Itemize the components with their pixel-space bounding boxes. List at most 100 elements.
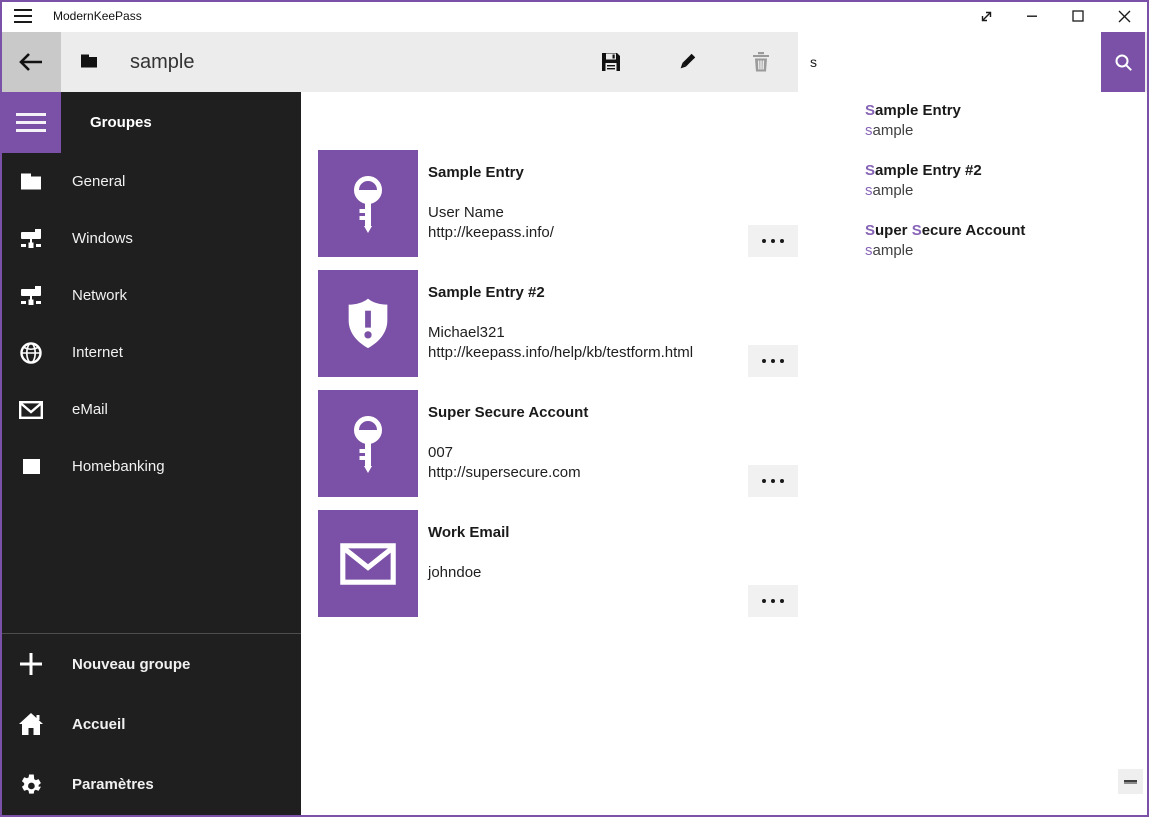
search-suggestions: Sample Entry sample Sample Entry #2 samp… [798,92,1147,288]
command-bar: sample [0,32,1149,92]
globe-icon [18,340,44,366]
footer-item-label: Paramètres [72,776,154,793]
ellipsis-icon [762,599,784,603]
entry-title: Work Email [428,524,509,541]
hamburger-icon [16,113,46,132]
more-options-button[interactable] [748,345,798,377]
sidebar-item-general[interactable]: General [0,153,301,210]
entry-url: http://keepass.info/help/kb/testform.htm… [428,344,693,361]
search-button[interactable] [1101,32,1145,92]
entry-row-work-email[interactable]: Work Email johndoe [318,510,798,617]
trash-icon [752,52,770,72]
entry-tile [318,270,418,377]
delete-button[interactable] [737,32,785,92]
entry-tile [318,150,418,257]
ellipsis-icon [762,239,784,243]
titlebar: ModernKeePass [0,0,1149,32]
sidebar-item-label: eMail [72,401,108,418]
sidebar-item-email[interactable]: eMail [0,381,301,438]
suggestion-title: Sample Entry [865,100,1147,121]
sidebar-item-internet[interactable]: Internet [0,324,301,381]
maximize-button[interactable] [1055,0,1101,32]
key-icon [346,415,390,473]
sidebar-item-label: General [72,173,125,190]
minimize-button[interactable] [1009,0,1055,32]
entry-username: User Name [428,204,504,221]
sidebar-item-network[interactable]: Network [0,267,301,324]
entry-title: Sample Entry #2 [428,284,545,301]
close-icon [1118,10,1131,23]
sidebar-item-label: Internet [72,344,123,361]
edit-pencil-icon [677,52,697,72]
entry-username: Michael321 [428,324,505,341]
suggestion-title: Sample Entry #2 [865,160,1147,181]
search-icon [1114,53,1133,72]
folder-icon [18,169,44,195]
suggestion-item[interactable]: Sample Entry sample [865,100,1147,160]
footer-item-label: Nouveau groupe [72,656,190,673]
fullscreen-button[interactable] [963,0,1009,32]
suggestion-subtitle: sample [865,241,1147,261]
save-button[interactable] [587,32,635,92]
entry-row-sample-entry-2[interactable]: Sample Entry #2 Michael321 http://keepas… [318,270,798,377]
more-options-button[interactable] [748,225,798,257]
suggestion-item[interactable]: Sample Entry #2 sample [865,160,1147,220]
back-button[interactable] [0,32,61,92]
groups-heading: Groupes [90,92,152,153]
sidebar-item-label: Network [72,287,127,304]
minus-icon [1124,780,1137,784]
zoom-out-button[interactable] [1118,769,1143,794]
database-icon [80,54,98,68]
plus-icon [18,651,44,677]
entry-url: http://supersecure.com [428,464,581,481]
window-title: ModernKeePass [53,0,142,32]
gear-icon [18,771,44,797]
new-group-button[interactable]: Nouveau groupe [0,634,301,694]
mail-icon [340,543,396,585]
suggestion-subtitle: sample [865,121,1147,141]
sidebar: Groupes General Windows Network [0,92,301,815]
key-icon [346,175,390,233]
app-window: ModernKeePass sample [0,0,1149,817]
sidebar-footer: Nouveau groupe Accueil Paramètres [0,633,301,814]
suggestion-item[interactable]: Super Secure Account sample [865,220,1147,280]
fullscreen-icon [979,9,994,24]
database-title: sample [130,32,194,92]
more-options-button[interactable] [748,465,798,497]
network-icon [18,226,44,252]
window-controls [963,0,1147,32]
entry-url: http://keepass.info/ [428,224,554,241]
network-icon [18,283,44,309]
home-button[interactable]: Accueil [0,694,301,754]
entry-row-sample-entry[interactable]: Sample Entry User Name http://keepass.in… [318,150,798,257]
edit-button[interactable] [663,32,711,92]
entry-row-super-secure-account[interactable]: Super Secure Account 007 http://supersec… [318,390,798,497]
sidebar-item-label: Homebanking [72,458,165,475]
maximize-icon [1072,10,1084,22]
search-input[interactable] [798,32,1101,92]
minimize-icon [1026,10,1038,22]
entry-title: Super Secure Account [428,404,588,421]
ellipsis-icon [762,359,784,363]
home-icon [18,711,44,737]
mail-icon [18,397,44,423]
entry-tile [318,390,418,497]
entry-username: johndoe [428,564,481,581]
shield-icon [339,295,397,353]
hamburger-app-icon [14,9,32,23]
entry-tile [318,510,418,617]
square-icon [18,454,44,480]
entry-username: 007 [428,444,453,461]
entry-list: Sample Entry User Name http://keepass.in… [318,150,798,630]
suggestion-subtitle: sample [865,181,1147,201]
hamburger-menu-button[interactable] [0,92,61,153]
ellipsis-icon [762,479,784,483]
settings-button[interactable]: Paramètres [0,754,301,814]
sidebar-item-label: Windows [72,230,133,247]
save-icon [601,52,621,72]
sidebar-item-windows[interactable]: Windows [0,210,301,267]
more-options-button[interactable] [748,585,798,617]
group-list: General Windows Network Internet [0,153,301,495]
sidebar-item-homebanking[interactable]: Homebanking [0,438,301,495]
close-button[interactable] [1101,0,1147,32]
